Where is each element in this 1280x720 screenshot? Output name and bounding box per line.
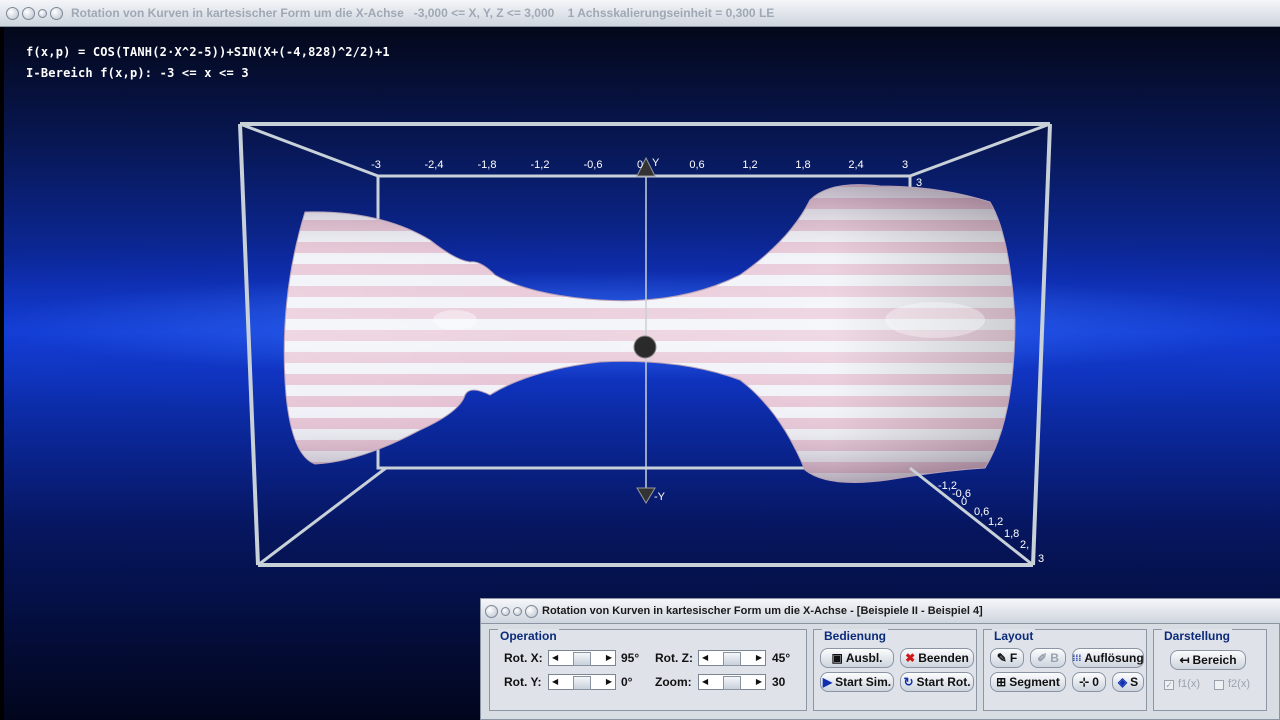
z-tick: 0,6 bbox=[974, 506, 989, 518]
z-tick: 2, bbox=[1020, 539, 1029, 551]
panel-maximize-button[interactable] bbox=[513, 606, 522, 616]
f1-label: f1(x) bbox=[1178, 678, 1200, 690]
hide-icon: ▣ bbox=[831, 651, 843, 665]
x-tick: -0,6 bbox=[584, 159, 603, 171]
rot-y-label: Rot. Y: bbox=[504, 675, 542, 689]
slider-thumb[interactable] bbox=[573, 652, 591, 666]
neg-y-axis-arrow-icon bbox=[636, 487, 656, 504]
rotation-surface bbox=[283, 184, 1016, 483]
fill-icon: ◈ bbox=[1117, 675, 1128, 689]
z-tick: 0 bbox=[961, 496, 967, 508]
crosshair-icon: ⊹ bbox=[1079, 675, 1090, 689]
control-panel-window: Rotation von Kurven in kartesischer Form… bbox=[480, 598, 1280, 720]
f1-checkbox[interactable]: ✓ bbox=[1164, 680, 1174, 690]
x-axis-ticks: -3 -2,4 -1,8 -1,2 -0,6 0 0,6 1,2 1,8 2,4… bbox=[371, 159, 908, 171]
zoom-slider[interactable]: ◀ ▶ bbox=[698, 674, 766, 690]
panel-title: Rotation von Kurven in kartesischer Form… bbox=[542, 605, 983, 617]
x-tick: -2,4 bbox=[425, 159, 444, 171]
rot-x-value: 95° bbox=[621, 651, 640, 665]
function-formula: f(x,p) = COS(TANH(2·X^2-5))+SIN(X+(-4,82… bbox=[26, 45, 390, 59]
z-tick: 1,2 bbox=[988, 516, 1003, 528]
neg-y-axis-label: -Y bbox=[654, 491, 666, 503]
rotate-icon: ↻ bbox=[903, 675, 914, 689]
f-button[interactable]: ✎ F bbox=[990, 648, 1024, 668]
f2-label: f2(x) bbox=[1228, 678, 1250, 690]
rotation-surface-scene[interactable]: -3 -2,4 -1,8 -1,2 -0,6 0 0,6 1,2 1,8 2,4… bbox=[0, 0, 1280, 600]
z-tick: 1,8 bbox=[1004, 528, 1019, 540]
x-tick: 1,2 bbox=[742, 159, 757, 171]
range-icon: ↤ bbox=[1179, 653, 1190, 667]
pencil-icon: ✎ bbox=[996, 651, 1007, 665]
x-tick: 1,8 bbox=[795, 159, 810, 171]
origin-marker-icon bbox=[633, 335, 657, 359]
slider-thumb[interactable] bbox=[723, 676, 741, 690]
table-icon: ⊞ bbox=[996, 675, 1007, 689]
y-axis-label: Y bbox=[652, 157, 660, 169]
x-tick: 0,6 bbox=[689, 159, 704, 171]
x-tick: 2,4 bbox=[848, 159, 863, 171]
f2-checkbox[interactable] bbox=[1214, 680, 1224, 690]
bereich-button[interactable]: ↤ Bereich bbox=[1170, 650, 1246, 670]
darstellung-group: Darstellung ↤ Bereich ✓ f1(x) f2(x) bbox=[1153, 629, 1267, 711]
panel-close-button[interactable] bbox=[525, 604, 538, 618]
zoom-label: Zoom: bbox=[655, 675, 692, 689]
operation-group-label: Operation bbox=[498, 629, 559, 643]
beenden-button[interactable]: ✖ Beenden bbox=[900, 648, 974, 668]
operation-group: Operation Rot. X: ◀ ▶ 95° Rot. Y: ◀ ▶ 0° R… bbox=[489, 629, 807, 711]
x-tick: -1,8 bbox=[478, 159, 497, 171]
x-tick: -3 bbox=[371, 159, 381, 171]
rot-y-slider[interactable]: ◀ ▶ bbox=[548, 674, 616, 690]
grid-resolution-icon: ⁞⁞⁞ bbox=[1072, 653, 1082, 663]
b-button[interactable]: ✐ B bbox=[1030, 648, 1066, 668]
rot-z-value: 45° bbox=[772, 651, 791, 665]
function-range: I-Bereich f(x,p): -3 <= x <= 3 bbox=[26, 66, 249, 80]
zoom-value: 30 bbox=[772, 675, 786, 689]
start-sim-button[interactable]: ▶ Start Sim. bbox=[820, 672, 894, 692]
rot-z-label: Rot. Z: bbox=[655, 651, 693, 665]
origin-button[interactable]: ⊹ 0 bbox=[1072, 672, 1106, 692]
bedienung-group-label: Bedienung bbox=[822, 629, 888, 643]
z-tick: 3 bbox=[1038, 553, 1044, 565]
segment-button[interactable]: ⊞ Segment bbox=[990, 672, 1066, 692]
panel-menu-button[interactable] bbox=[485, 604, 498, 618]
play-icon: ▶ bbox=[822, 675, 833, 689]
x-tick: -1,2 bbox=[531, 159, 550, 171]
s-button[interactable]: ◈ S bbox=[1112, 672, 1144, 692]
slider-thumb[interactable] bbox=[723, 652, 741, 666]
x-tick: 3 bbox=[902, 159, 908, 171]
start-rot-button[interactable]: ↻ Start Rot. bbox=[900, 672, 974, 692]
panel-minimize-button[interactable] bbox=[501, 606, 510, 616]
rot-z-slider[interactable]: ◀ ▶ bbox=[698, 650, 766, 666]
panel-titlebar: Rotation von Kurven in kartesischer Form… bbox=[481, 599, 1280, 624]
layout-group-label: Layout bbox=[992, 629, 1036, 643]
z-tick: 3 bbox=[916, 177, 922, 189]
x-tick: 0 bbox=[637, 159, 643, 171]
brush-icon: ✐ bbox=[1037, 651, 1048, 665]
layout-group: Layout ✎ F ✐ B ⁞⁞⁞ Auflösung ⊞ Segment ⊹ 0 ◈ S bbox=[983, 629, 1147, 711]
rot-y-value: 0° bbox=[621, 675, 633, 689]
slider-thumb[interactable] bbox=[573, 676, 591, 690]
rot-x-label: Rot. X: bbox=[504, 651, 543, 665]
close-icon: ✖ bbox=[905, 651, 916, 665]
rot-x-slider[interactable]: ◀ ▶ bbox=[548, 650, 616, 666]
ausblenden-button[interactable]: ▣ Ausbl. bbox=[820, 648, 894, 668]
bedienung-group: Bedienung ▣ Ausbl. ✖ Beenden ▶ Start Sim. ↻… bbox=[813, 629, 977, 711]
darstellung-group-label: Darstellung bbox=[1162, 629, 1233, 643]
aufloesung-button[interactable]: ⁞⁞⁞ Auflösung bbox=[1072, 648, 1144, 668]
